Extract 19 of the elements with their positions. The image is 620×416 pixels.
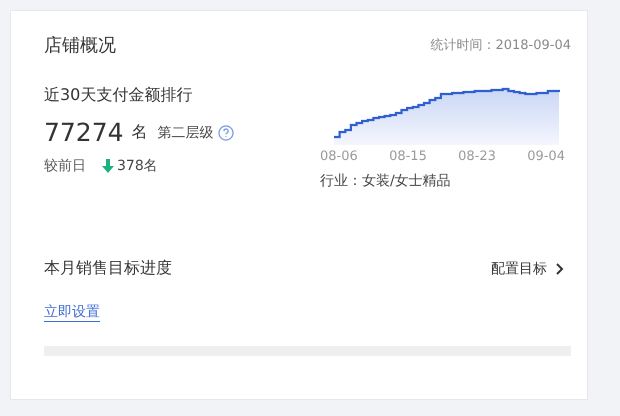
axis-label: 08-23 [458,149,496,164]
goal-title: 本月销售目标进度 [44,258,172,279]
rank-change: 378名 [117,157,158,175]
down-arrow-icon [102,159,114,173]
stat-time: 统计时间：2018-09-04 [430,37,571,54]
rank-unit: 名 [132,122,148,143]
compare-label: 较前日 [44,157,86,175]
card-title: 店铺概况 [44,34,116,57]
axis-label: 08-15 [389,149,427,164]
ranking-label: 近30天支付金额排行 [44,85,194,106]
chevron-right-icon [555,262,565,276]
set-now-link[interactable]: 立即设置 [44,303,100,322]
axis-label: 08-06 [320,149,358,164]
axis-label: 09-04 [527,149,565,164]
rank-value: 77274 [44,118,124,147]
configure-link[interactable]: 配置目标 [491,260,565,278]
help-icon[interactable] [218,124,234,140]
industry-label: 行业：女装/女士精品 [320,172,452,190]
tier-label: 第二层级 [158,124,214,142]
